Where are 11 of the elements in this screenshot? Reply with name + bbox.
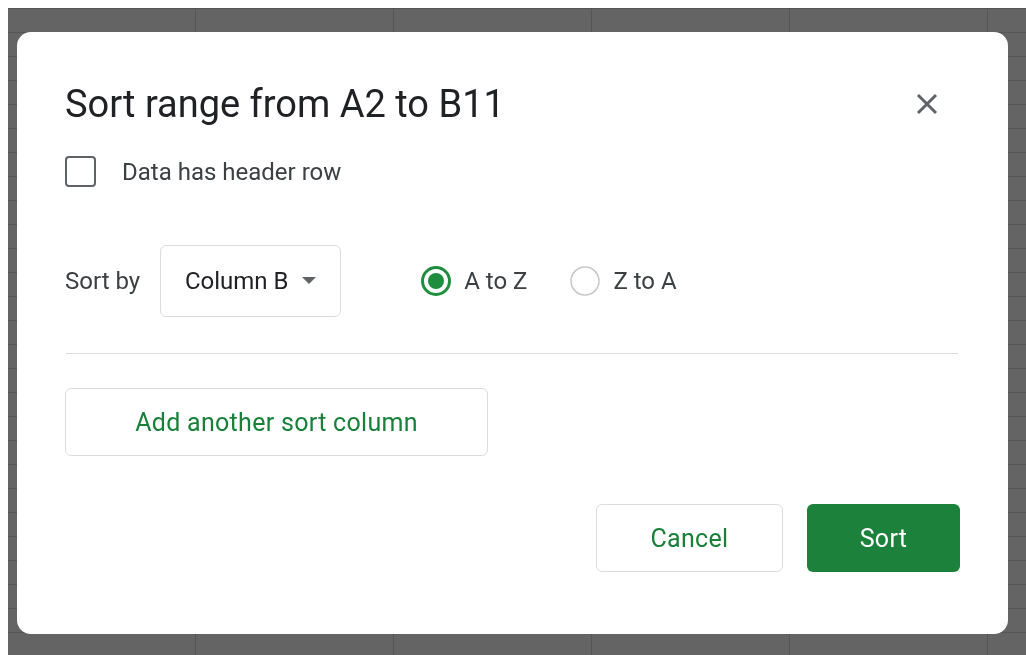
sort-button[interactable]: Sort: [807, 504, 960, 572]
caret-icon: [302, 277, 317, 285]
add-sort-column-button[interactable]: Add another sort column: [65, 388, 488, 456]
dialog-title: Sort range from A2 to B11: [65, 81, 505, 128]
column-dropdown[interactable]: Column B: [160, 245, 342, 317]
sort-order-radio[interactable]: Z to A: [569, 265, 677, 297]
sort-order-radio[interactable]: A to Z: [420, 265, 528, 297]
checkbox[interactable]: [65, 156, 96, 187]
sort-by-label: Sort by: [65, 267, 141, 295]
cancel-button[interactable]: Cancel: [596, 504, 783, 572]
checkbox-label: Data has header row: [122, 157, 342, 186]
